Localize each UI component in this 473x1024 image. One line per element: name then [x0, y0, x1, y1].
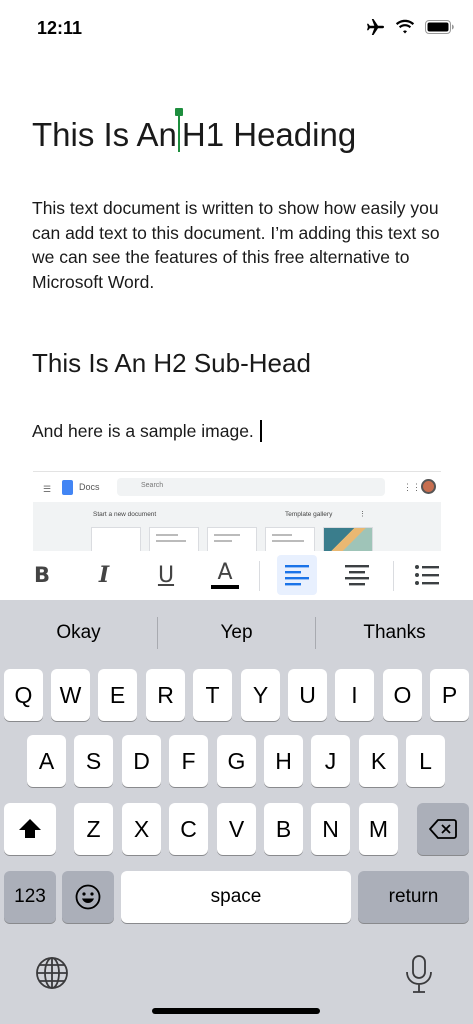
align-center-button[interactable]: [337, 555, 377, 595]
key-n[interactable]: N: [311, 803, 350, 855]
sample-thumbnail: [91, 527, 141, 551]
key-b[interactable]: B: [264, 803, 303, 855]
return-key[interactable]: return: [358, 871, 469, 923]
paragraph-2[interactable]: And here is a sample image.: [32, 420, 262, 442]
docs-logo-icon: [62, 480, 73, 495]
paragraph-1[interactable]: This text document is written to show ho…: [32, 196, 444, 294]
key-e[interactable]: E: [98, 669, 137, 721]
globe-button[interactable]: [34, 955, 72, 993]
sample-template-gallery-label: Template gallery: [285, 511, 333, 518]
key-o[interactable]: O: [383, 669, 422, 721]
heading-1-text-start: This Is An: [32, 116, 177, 153]
key-d[interactable]: D: [122, 735, 161, 787]
sample-docs-label: Docs: [79, 482, 100, 492]
key-a[interactable]: A: [27, 735, 66, 787]
status-icons: [365, 18, 455, 36]
selection-cursor[interactable]: [174, 108, 183, 152]
shift-icon: [19, 819, 41, 838]
airplane-icon: [365, 18, 385, 36]
key-z[interactable]: Z: [74, 803, 113, 855]
suggestion-2[interactable]: Yep: [158, 600, 315, 666]
toolbar-divider: [393, 561, 394, 591]
key-h[interactable]: H: [264, 735, 303, 787]
more-vert-icon: ⋮: [359, 511, 366, 518]
key-j[interactable]: J: [311, 735, 350, 787]
suggestion-1[interactable]: Okay: [0, 600, 157, 666]
status-bar: 12:11: [0, 0, 473, 58]
apps-grid-icon: ⋮⋮: [403, 482, 421, 492]
toolbar-divider: [259, 561, 260, 591]
key-q[interactable]: Q: [4, 669, 43, 721]
underline-button[interactable]: U: [146, 555, 186, 595]
microphone-icon: [406, 955, 432, 993]
key-x[interactable]: X: [122, 803, 161, 855]
key-l[interactable]: L: [406, 735, 445, 787]
text-color-swatch: [211, 584, 239, 589]
key-g[interactable]: G: [217, 735, 256, 787]
bulleted-list-button[interactable]: [407, 555, 447, 595]
wifi-icon: [395, 19, 415, 35]
text-color-button[interactable]: A: [205, 555, 245, 595]
dictation-button[interactable]: [404, 954, 434, 994]
key-w[interactable]: W: [51, 669, 90, 721]
sample-thumbnail: [323, 527, 373, 551]
key-s[interactable]: S: [74, 735, 113, 787]
keyboard: Okay Yep Thanks Q W E R T Y U I O P A S …: [0, 600, 473, 1024]
key-v[interactable]: V: [217, 803, 256, 855]
menu-icon: ☰: [43, 484, 52, 494]
sample-start-new-label: Start a new document: [93, 511, 157, 518]
key-y[interactable]: Y: [241, 669, 280, 721]
heading-1[interactable]: This Is An H1 Heading: [32, 108, 357, 154]
sample-search-bar: Search: [117, 478, 385, 496]
shift-key[interactable]: [4, 803, 56, 855]
suggestion-3[interactable]: Thanks: [316, 600, 473, 666]
sample-search-placeholder: Search: [141, 482, 164, 489]
backspace-icon: [429, 819, 457, 839]
numbers-key[interactable]: 123: [4, 871, 56, 923]
globe-icon: [36, 957, 68, 989]
home-indicator[interactable]: [152, 1008, 320, 1014]
sample-image-topbar: ☰ Docs Search ⋮⋮: [33, 472, 441, 502]
status-time: 12:11: [37, 18, 83, 38]
emoji-key[interactable]: [62, 871, 114, 923]
align-left-icon: [285, 565, 309, 586]
key-p[interactable]: P: [430, 669, 469, 721]
align-left-button[interactable]: [277, 555, 317, 595]
heading-2[interactable]: This Is An H2 Sub-Head: [32, 348, 311, 379]
emoji-icon: [75, 884, 101, 910]
key-i[interactable]: I: [335, 669, 374, 721]
key-u[interactable]: U: [288, 669, 327, 721]
bulleted-list-icon: [415, 565, 439, 585]
sample-image[interactable]: ☰ Docs Search ⋮⋮ Start a new document Te…: [33, 471, 441, 551]
space-key[interactable]: space: [121, 871, 351, 923]
heading-1-text-end: H1 Heading: [181, 116, 357, 153]
key-c[interactable]: C: [169, 803, 208, 855]
key-f[interactable]: F: [169, 735, 208, 787]
sample-thumbnail: [149, 527, 199, 551]
align-center-icon: [345, 565, 369, 586]
key-m[interactable]: M: [359, 803, 398, 855]
delete-key[interactable]: [417, 803, 469, 855]
bold-button[interactable]: B: [22, 555, 62, 595]
format-toolbar: B I U A: [0, 551, 473, 600]
battery-icon: [425, 20, 455, 34]
key-t[interactable]: T: [193, 669, 232, 721]
text-color-label: A: [217, 559, 233, 585]
paragraph-2-text: And here is a sample image.: [32, 421, 254, 441]
key-k[interactable]: K: [359, 735, 398, 787]
text-caret: [259, 420, 262, 442]
avatar: [421, 479, 436, 494]
sample-thumbnail: [265, 527, 315, 551]
key-r[interactable]: R: [146, 669, 185, 721]
italic-button[interactable]: I: [84, 555, 124, 595]
sample-thumbnail: [207, 527, 257, 551]
